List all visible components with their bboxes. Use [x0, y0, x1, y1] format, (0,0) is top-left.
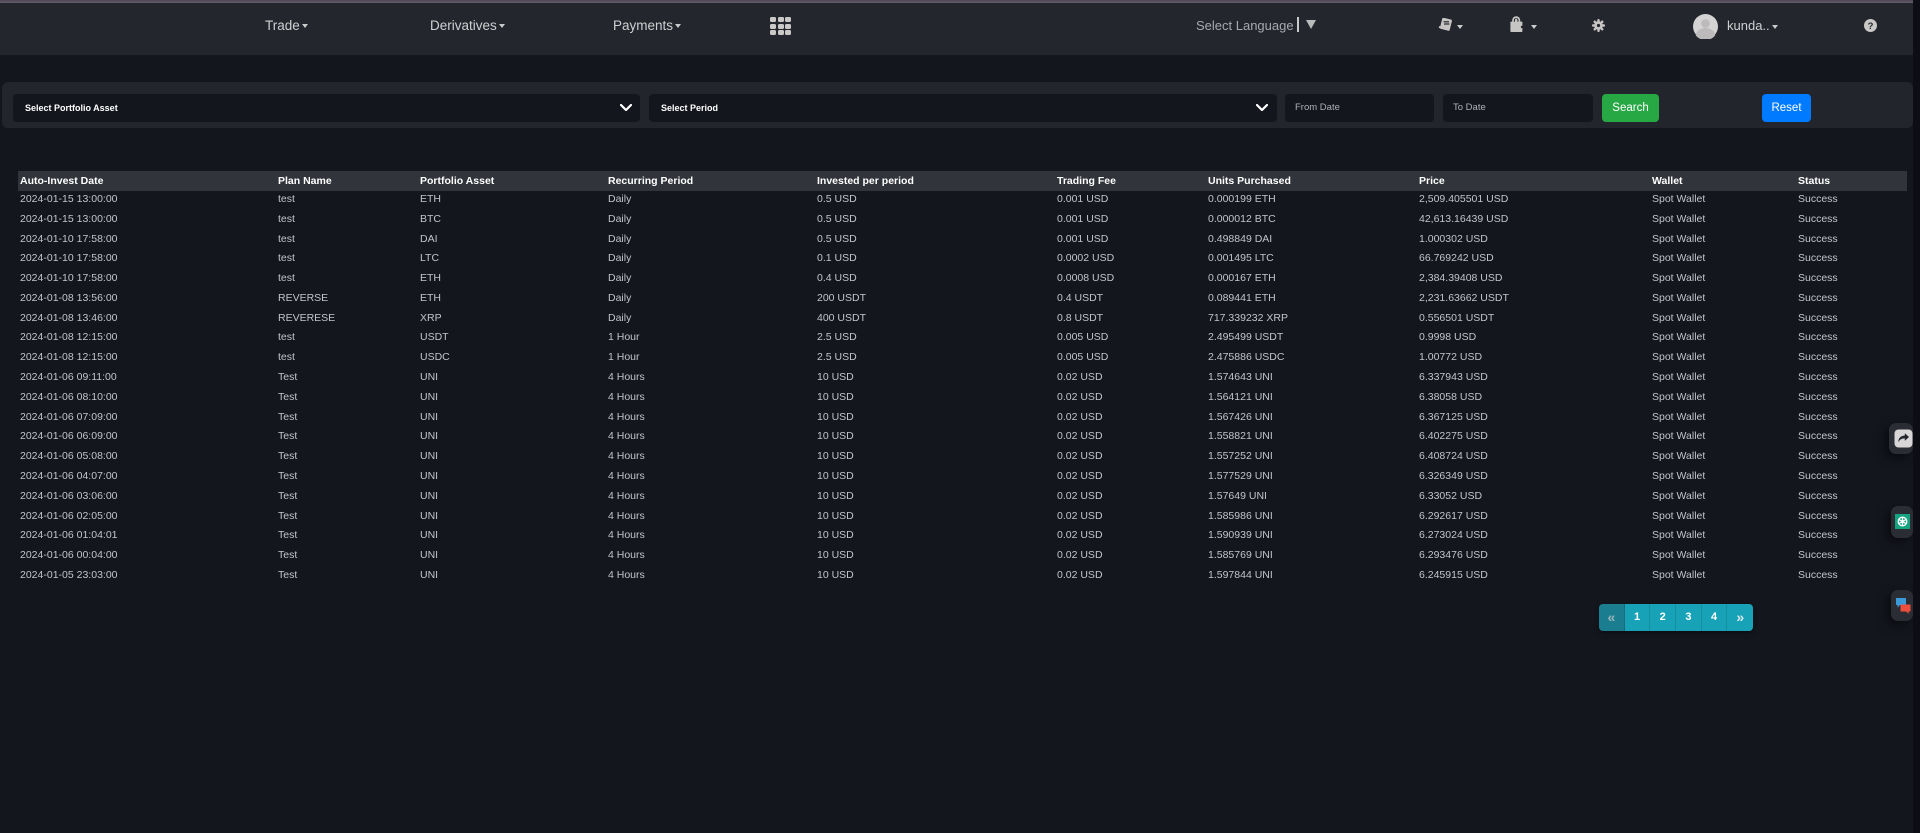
svg-text:?: ?: [1868, 21, 1874, 32]
